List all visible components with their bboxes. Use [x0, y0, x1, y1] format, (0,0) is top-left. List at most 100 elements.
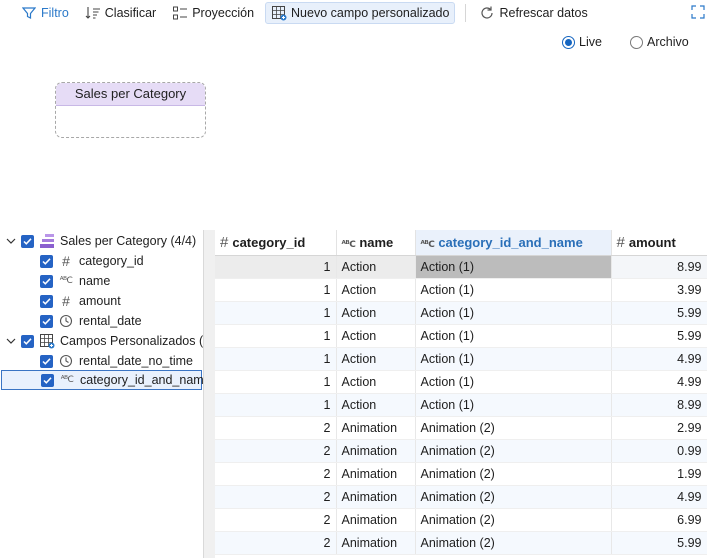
table-row[interactable]: 1 Action Action (1) 3.99 — [215, 278, 707, 302]
table-cell[interactable]: Action (1) — [415, 255, 612, 279]
table-cell[interactable]: Animation (2) — [415, 485, 612, 509]
table-cell[interactable]: Animation — [336, 439, 416, 463]
table-cell[interactable]: Action (1) — [415, 347, 612, 371]
table-cell[interactable]: 2 — [215, 485, 337, 509]
mode-archive-radio[interactable]: Archivo — [630, 35, 689, 49]
table-cell[interactable]: 4.99 — [611, 370, 707, 394]
table-cell[interactable]: Action (1) — [415, 393, 612, 417]
filter-button[interactable]: Filtro — [16, 2, 74, 24]
new-custom-field-label: Nuevo campo personalizado — [291, 6, 450, 20]
table-cell[interactable]: Action — [336, 324, 416, 348]
checkbox-checked[interactable] — [40, 354, 53, 368]
table-cell[interactable]: Action — [336, 301, 416, 325]
column-header-name[interactable]: ᴬᴮC name — [336, 230, 416, 256]
table-cell[interactable]: Action (1) — [415, 278, 612, 302]
table-row[interactable]: 2 Animation Animation (2) 5.99 — [215, 531, 707, 555]
table-row[interactable]: 1 Action Action (1) 5.99 — [215, 324, 707, 348]
table-cell[interactable]: 5.99 — [611, 324, 707, 348]
table-cell[interactable]: Animation — [336, 531, 416, 555]
table-cell[interactable]: 3.99 — [611, 278, 707, 302]
tree-field-name[interactable]: ᴬᴮC name — [0, 271, 203, 291]
table-row[interactable]: 1 Action Action (1) 4.99 — [215, 347, 707, 371]
checkbox-checked[interactable] — [40, 254, 53, 268]
table-row[interactable]: 1 Action Action (1) 4.99 — [215, 370, 707, 394]
table-cell[interactable]: Animation — [336, 462, 416, 486]
table-cell[interactable]: 2 — [215, 416, 337, 440]
checkbox-checked[interactable] — [40, 314, 53, 328]
table-cell[interactable]: 1 — [215, 324, 337, 348]
tree-field-category-id[interactable]: # category_id — [0, 251, 203, 271]
entity-box-sales-per-category[interactable]: Sales per Category — [55, 82, 206, 138]
refresh-icon — [479, 5, 495, 21]
tree-custom-field-category-id-and-name[interactable]: ᴬᴮC category_id_and_name — [1, 370, 203, 390]
tree-group-custom-fields[interactable]: Campos Personalizados (2/2) — [0, 331, 203, 351]
column-header-amount[interactable]: # amount — [611, 230, 707, 256]
table-cell[interactable]: Action — [336, 347, 416, 371]
table-cell[interactable]: Action (1) — [415, 370, 612, 394]
table-row[interactable]: 2 Animation Animation (2) 0.99 — [215, 439, 707, 463]
table-cell[interactable]: 1.99 — [611, 462, 707, 486]
checkbox-checked[interactable] — [41, 373, 54, 387]
table-row[interactable]: 1 Action Action (1) 5.99 — [215, 301, 707, 325]
table-cell[interactable]: 2.99 — [611, 416, 707, 440]
table-cell[interactable]: 8.99 — [611, 393, 707, 417]
chevron-down-icon[interactable] — [6, 236, 16, 246]
table-row[interactable]: 2 Animation Animation (2) 1.99 — [215, 462, 707, 486]
table-cell[interactable]: Action — [336, 255, 416, 279]
table-cell[interactable]: 4.99 — [611, 485, 707, 509]
table-row[interactable]: 1 Action Action (1) 8.99 — [215, 393, 707, 417]
mode-live-label: Live — [579, 35, 602, 49]
table-cell[interactable]: 1 — [215, 370, 337, 394]
table-cell[interactable]: 2 — [215, 462, 337, 486]
table-cell[interactable]: Action — [336, 370, 416, 394]
sort-button[interactable]: Clasificar — [80, 2, 161, 24]
table-cell[interactable]: Animation — [336, 508, 416, 532]
table-cell[interactable]: 1 — [215, 255, 337, 279]
projection-button[interactable]: Proyección — [167, 2, 259, 24]
table-cell[interactable]: Action (1) — [415, 324, 612, 348]
table-row[interactable]: 2 Animation Animation (2) 2.99 — [215, 416, 707, 440]
table-cell[interactable]: 2 — [215, 508, 337, 532]
table-cell[interactable]: Action — [336, 393, 416, 417]
table-cell[interactable]: Action — [336, 278, 416, 302]
table-cell[interactable]: Animation (2) — [415, 531, 612, 555]
table-cell[interactable]: Animation (2) — [415, 508, 612, 532]
table-cell[interactable]: 2 — [215, 439, 337, 463]
table-cell[interactable]: 1 — [215, 347, 337, 371]
table-cell[interactable]: Animation (2) — [415, 462, 612, 486]
table-cell[interactable]: Animation — [336, 416, 416, 440]
table-cell[interactable]: 1 — [215, 278, 337, 302]
panel-splitter[interactable] — [203, 230, 215, 558]
table-cell[interactable]: Animation (2) — [415, 416, 612, 440]
maximize-icon[interactable] — [691, 5, 705, 19]
table-cell[interactable]: Animation (2) — [415, 439, 612, 463]
table-cell[interactable]: Animation — [336, 485, 416, 509]
column-header-category-id-and-name[interactable]: ᴬᴮC category_id_and_name — [415, 230, 612, 256]
tree-field-amount[interactable]: # amount — [0, 291, 203, 311]
table-cell[interactable]: 6.99 — [611, 508, 707, 532]
new-custom-field-button[interactable]: Nuevo campo personalizado — [265, 2, 456, 24]
refresh-button[interactable]: Refrescar datos — [474, 2, 592, 24]
table-cell[interactable]: 1 — [215, 393, 337, 417]
table-cell[interactable]: 2 — [215, 531, 337, 555]
table-row[interactable]: 1 Action Action (1) 8.99 — [215, 255, 707, 279]
table-row[interactable]: 2 Animation Animation (2) 6.99 — [215, 508, 707, 532]
table-cell[interactable]: 1 — [215, 301, 337, 325]
table-cell[interactable]: 4.99 — [611, 347, 707, 371]
tree-custom-field-rental-date-no-time[interactable]: rental_date_no_time — [0, 351, 203, 371]
table-cell[interactable]: 8.99 — [611, 255, 707, 279]
table-cell[interactable]: 0.99 — [611, 439, 707, 463]
tree-root-sales-per-category[interactable]: Sales per Category (4/4) — [0, 231, 203, 251]
table-cell[interactable]: 5.99 — [611, 531, 707, 555]
table-row[interactable]: 2 Animation Animation (2) 4.99 — [215, 485, 707, 509]
checkbox-checked[interactable] — [21, 234, 34, 248]
tree-field-rental-date[interactable]: rental_date — [0, 311, 203, 331]
mode-live-radio[interactable]: Live — [562, 35, 602, 49]
table-cell[interactable]: Action (1) — [415, 301, 612, 325]
chevron-down-icon[interactable] — [6, 336, 16, 346]
checkbox-checked[interactable] — [21, 334, 34, 348]
checkbox-checked[interactable] — [40, 294, 53, 308]
table-cell[interactable]: 5.99 — [611, 301, 707, 325]
column-header-category-id[interactable]: # category_id — [215, 230, 337, 256]
checkbox-checked[interactable] — [40, 274, 53, 288]
